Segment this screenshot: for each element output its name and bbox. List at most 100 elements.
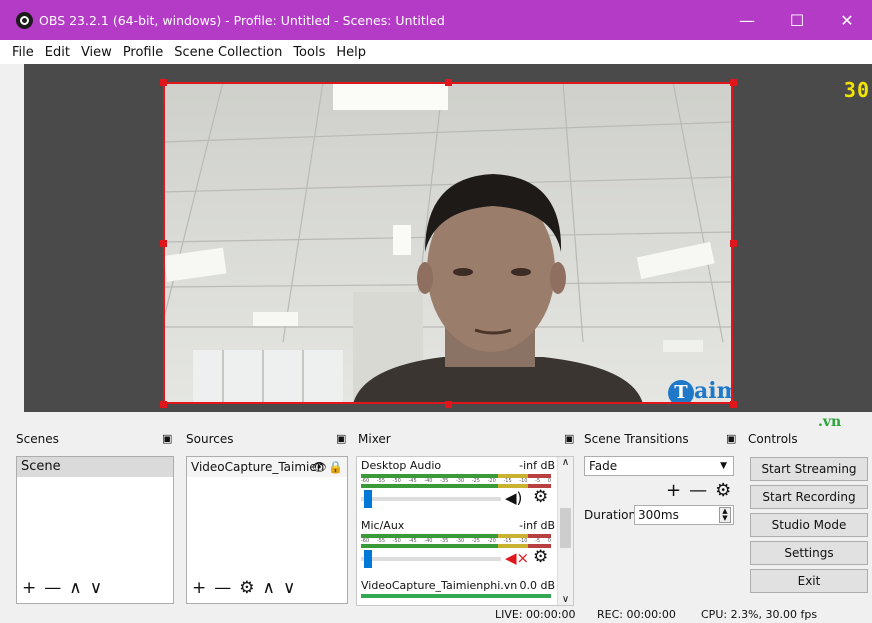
- transitions-dock: Scene Transitions ▣ Fade ▼ + — ⚙ Duratio…: [580, 428, 742, 606]
- mixer-scrollbar[interactable]: ∧ ∨: [557, 457, 573, 605]
- remove-scene-icon[interactable]: —: [44, 578, 61, 598]
- sources-dock-title: Sources: [186, 432, 234, 446]
- menu-view[interactable]: View: [81, 45, 112, 60]
- transition-selected: Fade: [589, 459, 618, 473]
- scroll-down-icon[interactable]: ∨: [558, 594, 573, 605]
- speaker-icon[interactable]: ◀): [505, 489, 522, 507]
- channel-level: -inf dB: [519, 459, 555, 472]
- resize-handle-t[interactable]: [445, 79, 452, 86]
- volume-slider-handle[interactable]: [364, 550, 372, 568]
- visibility-eye-icon[interactable]: 👁: [312, 457, 327, 477]
- resize-handle-b[interactable]: [445, 401, 452, 408]
- resize-handle-br[interactable]: [730, 401, 737, 408]
- channel-gear-icon[interactable]: ⚙: [533, 547, 548, 567]
- rec-timer: REC: 00:00:00: [597, 608, 676, 621]
- transitions-toolbar: + — ⚙: [666, 480, 739, 501]
- controls-dock: Controls Start Streaming Start Recording…: [744, 428, 872, 606]
- add-transition-icon[interactable]: +: [666, 480, 681, 501]
- minimize-button[interactable]: —: [722, 0, 772, 40]
- resize-handle-tl[interactable]: [160, 79, 167, 86]
- resize-handle-l[interactable]: [160, 240, 167, 247]
- sources-dock: Sources ▣ VideoCapture_Taimien 👁 🔒 + — ⚙…: [182, 428, 352, 606]
- transitions-dock-title: Scene Transitions: [584, 432, 689, 446]
- volume-meter-2: [361, 544, 551, 548]
- settings-button[interactable]: Settings: [750, 541, 868, 565]
- mixer-channel: VideoCapture_Taimienphi.vn 0.0 dB: [361, 579, 555, 605]
- status-bar: LIVE: 00:00:00 REC: 00:00:00 CPU: 2.3%, …: [0, 606, 872, 623]
- scenes-float-icon[interactable]: ▣: [162, 432, 172, 445]
- start-streaming-button[interactable]: Start Streaming: [750, 457, 868, 481]
- move-source-down-icon[interactable]: ∨: [283, 578, 295, 598]
- move-scene-up-icon[interactable]: ∧: [69, 578, 81, 598]
- duration-label: Duration: [584, 508, 637, 522]
- remove-transition-icon[interactable]: —: [689, 480, 707, 501]
- add-scene-icon[interactable]: +: [22, 578, 36, 598]
- lock-icon[interactable]: 🔒: [328, 457, 343, 477]
- mixer-float-icon[interactable]: ▣: [564, 432, 574, 445]
- live-timer: LIVE: 00:00:00: [495, 608, 576, 621]
- resize-handle-r[interactable]: [730, 240, 737, 247]
- transition-select[interactable]: Fade ▼: [584, 456, 734, 476]
- menu-edit[interactable]: Edit: [45, 45, 70, 60]
- chevron-down-icon: ▼: [720, 461, 727, 471]
- menu-tools[interactable]: Tools: [293, 45, 325, 60]
- scenes-toolbar: + — ∧ ∨: [22, 578, 110, 598]
- exit-button[interactable]: Exit: [750, 569, 868, 593]
- transition-properties-gear-icon[interactable]: ⚙: [715, 480, 731, 501]
- scroll-thumb[interactable]: [560, 508, 571, 548]
- duration-spinbox[interactable]: 300ms ▲ ▼: [634, 505, 734, 525]
- move-source-up-icon[interactable]: ∧: [263, 578, 275, 598]
- studio-mode-button[interactable]: Studio Mode: [750, 513, 868, 537]
- menu-scene-collection[interactable]: Scene Collection: [174, 45, 282, 60]
- mixer-dock-title: Mixer: [358, 432, 391, 446]
- obs-logo-icon: [16, 11, 33, 29]
- channel-name: Mic/Aux: [361, 519, 405, 532]
- source-properties-gear-icon[interactable]: ⚙: [239, 578, 254, 598]
- menu-profile[interactable]: Profile: [123, 45, 163, 60]
- cpu-fps-status: CPU: 2.3%, 30.00 fps: [701, 608, 818, 621]
- add-source-icon[interactable]: +: [192, 578, 206, 598]
- sources-toolbar: + — ⚙ ∧ ∨: [192, 578, 303, 598]
- title-bar[interactable]: OBS 23.2.1 (64-bit, windows) - Profile: …: [0, 0, 872, 40]
- volume-slider-handle[interactable]: [364, 490, 372, 508]
- mixer-panel: Desktop Audio -inf dB -60 -55 -50 -45 -40 -35 -3…: [356, 456, 574, 606]
- remove-source-icon[interactable]: —: [214, 578, 231, 598]
- menu-help[interactable]: Help: [336, 45, 366, 60]
- channel-gear-icon[interactable]: ⚙: [533, 487, 548, 507]
- volume-slider[interactable]: [361, 490, 501, 508]
- mixer-channel: Mic/Aux -inf dB -60 -55 -50 -45 -40 -35 -30 -25 -2…: [361, 519, 555, 577]
- channel-name: VideoCapture_Taimienphi.vn: [361, 579, 518, 592]
- sources-float-icon[interactable]: ▣: [336, 432, 346, 445]
- channel-level: 0.0 dB: [519, 579, 555, 592]
- start-recording-button[interactable]: Start Recording: [750, 485, 868, 509]
- scene-item[interactable]: Scene: [17, 457, 173, 477]
- mixer-dock: Mixer ▣ Desktop Audio -inf dB -60 -55 -50 -45…: [354, 428, 578, 606]
- preview-canvas[interactable]: 30 T aim .vn: [24, 64, 872, 430]
- maximize-button[interactable]: ☐: [772, 0, 822, 40]
- controls-dock-title: Controls: [748, 432, 798, 446]
- resize-handle-tr[interactable]: [730, 79, 737, 86]
- spin-arrows-icon[interactable]: ▲ ▼: [719, 507, 731, 523]
- menu-bar: File Edit View Profile Scene Collection …: [0, 40, 872, 64]
- move-scene-down-icon[interactable]: ∨: [90, 578, 102, 598]
- source-item[interactable]: VideoCapture_Taimien 👁 🔒: [187, 457, 347, 477]
- mixer-channel: Desktop Audio -inf dB -60 -55 -50 -45 -40 -35 -3…: [361, 459, 555, 517]
- transitions-float-icon[interactable]: ▣: [726, 432, 736, 445]
- close-button[interactable]: ✕: [822, 0, 872, 40]
- scenes-dock-title: Scenes: [16, 432, 59, 446]
- duration-value: 300ms: [638, 508, 679, 522]
- window-title: OBS 23.2.1 (64-bit, windows) - Profile: …: [39, 12, 445, 28]
- scenes-dock: Scenes ▣ Scene + — ∧ ∨: [12, 428, 177, 606]
- channel-name: Desktop Audio: [361, 459, 442, 472]
- speaker-muted-icon[interactable]: ◀×: [505, 549, 529, 567]
- volume-slider[interactable]: [361, 550, 501, 568]
- resize-handle-bl[interactable]: [160, 401, 167, 408]
- source-selection-box[interactable]: [163, 82, 733, 404]
- fps-indicator: 30: [843, 78, 870, 102]
- volume-meter-2: [361, 484, 551, 488]
- source-item-label: VideoCapture_Taimien: [191, 460, 325, 474]
- scroll-up-icon[interactable]: ∧: [558, 457, 573, 468]
- obs-window: OBS 23.2.1 (64-bit, windows) - Profile: …: [0, 0, 872, 623]
- volume-meter: [361, 594, 551, 598]
- menu-file[interactable]: File: [12, 45, 34, 60]
